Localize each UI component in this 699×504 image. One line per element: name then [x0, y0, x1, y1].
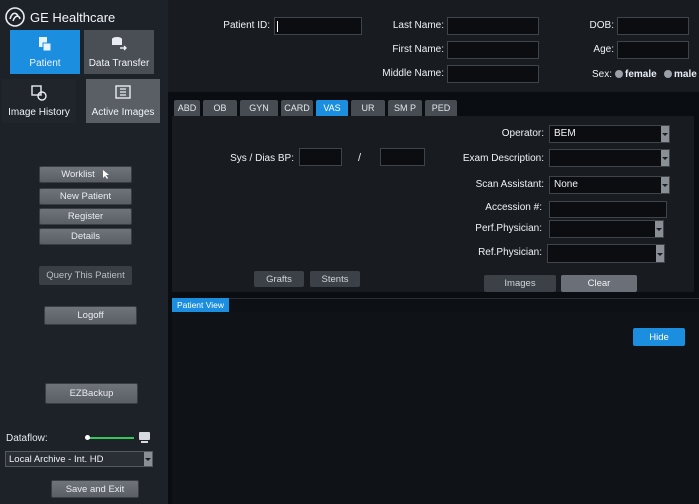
tab-patient-view[interactable]: Patient View — [172, 298, 229, 312]
patient-view-area — [172, 312, 699, 504]
patient-view-tabbar — [172, 298, 699, 313]
middle-name-field[interactable] — [447, 65, 539, 83]
accession-label: Accession #: — [485, 202, 542, 213]
dataflow-status-dot — [85, 435, 90, 440]
image-history-icon — [31, 85, 47, 101]
patient-id-field[interactable] — [274, 17, 362, 35]
nav-image-history-button[interactable]: Image History — [2, 79, 76, 123]
chevron-down-icon — [661, 126, 669, 142]
patient-icon — [39, 37, 52, 52]
accession-field[interactable] — [549, 201, 667, 218]
tab-ob[interactable]: OB — [203, 100, 237, 116]
mouse-cursor-icon — [102, 170, 109, 179]
tab-gyn[interactable]: GYN — [240, 100, 278, 116]
chevron-down-icon — [661, 150, 669, 166]
tab-ur[interactable]: UR — [351, 100, 385, 116]
sex-label: Sex: — [591, 69, 612, 80]
last-name-label: Last Name: — [392, 20, 444, 31]
text-caret — [277, 21, 278, 32]
hide-button[interactable]: Hide — [633, 328, 685, 346]
register-button[interactable]: Register — [39, 208, 132, 225]
tab-ped[interactable]: PED — [425, 100, 457, 116]
nav-active-images-label: Active Images — [91, 107, 155, 118]
dataflow-select[interactable]: Local Archive - Int. HD — [5, 451, 153, 467]
logoff-button[interactable]: Logoff — [44, 306, 137, 325]
patient-id-label: Patient ID: — [223, 20, 270, 31]
ref-physician-label: Ref.Physician: — [478, 247, 542, 258]
data-transfer-icon — [112, 37, 127, 51]
nav-active-images-button[interactable]: Active Images — [86, 79, 160, 123]
details-button[interactable]: Details — [39, 228, 132, 245]
dias-bp-field[interactable] — [380, 148, 425, 166]
register-label: Register — [67, 211, 104, 222]
logoff-label: Logoff — [77, 310, 104, 321]
ref-physician-select[interactable] — [547, 244, 665, 263]
save-exit-button[interactable]: Save and Exit — [51, 480, 139, 498]
new-patient-label: New Patient — [59, 191, 112, 202]
dataflow-select-value: Local Archive - Int. HD — [9, 454, 104, 465]
nav-data-transfer-label: Data Transfer — [88, 58, 150, 69]
ge-logo: GE Healthcare — [4, 6, 164, 28]
chevron-down-icon — [655, 221, 663, 237]
dob-field[interactable] — [617, 17, 689, 35]
age-field[interactable] — [617, 41, 689, 59]
scan-assistant-value: None — [554, 179, 578, 190]
operator-value: BEM — [554, 128, 576, 139]
query-patient-label: Query This Patient — [46, 270, 125, 281]
dataflow-status-line — [86, 437, 134, 439]
tab-card[interactable]: CARD — [281, 100, 313, 116]
middle-name-label: Middle Name: — [382, 68, 444, 79]
sex-male-radio[interactable] — [664, 70, 672, 78]
sex-female-radio[interactable] — [615, 70, 623, 78]
perf-physician-select[interactable] — [549, 220, 664, 238]
nav-image-history-label: Image History — [8, 107, 70, 118]
nav-patient-button[interactable]: Patient — [10, 30, 80, 74]
save-exit-label: Save and Exit — [65, 483, 125, 495]
nav-patient-label: Patient — [29, 58, 61, 69]
sys-bp-field[interactable] — [299, 148, 342, 166]
ge-monogram-icon — [5, 7, 25, 27]
tab-smp[interactable]: SM P — [388, 100, 422, 116]
scan-assistant-select[interactable]: None — [549, 176, 670, 194]
worklist-label: Worklist — [61, 169, 95, 180]
dataflow-label: Dataflow: — [6, 433, 48, 444]
sex-female-label: female — [625, 69, 657, 80]
tab-vas[interactable]: VAS — [316, 100, 348, 116]
chevron-down-icon — [661, 177, 669, 193]
stents-button[interactable]: Stents — [310, 271, 360, 287]
ezbackup-button[interactable]: EZBackup — [45, 383, 138, 404]
operator-select[interactable]: BEM — [549, 125, 670, 143]
images-button[interactable]: Images — [484, 275, 556, 292]
exam-description-label: Exam Description: — [462, 153, 544, 164]
grafts-button[interactable]: Grafts — [254, 271, 304, 287]
worklist-button[interactable]: Worklist — [39, 166, 132, 183]
scan-assistant-label: Scan Assistant: — [475, 179, 544, 190]
details-label: Details — [70, 231, 101, 242]
bp-label: Sys / Dias BP: — [230, 153, 294, 164]
first-name-label: First Name: — [392, 44, 444, 55]
brand-name: GE Healthcare — [30, 9, 116, 25]
first-name-field[interactable] — [447, 41, 539, 59]
tab-abd[interactable]: ABD — [174, 100, 200, 116]
query-patient-button[interactable]: Query This Patient — [39, 266, 132, 285]
dob-label: DOB: — [589, 20, 614, 31]
operator-label: Operator: — [501, 128, 544, 139]
active-images-icon — [115, 85, 131, 99]
clear-button[interactable]: Clear — [561, 275, 637, 292]
bp-separator: / — [358, 152, 362, 164]
new-patient-button[interactable]: New Patient — [39, 188, 132, 205]
chevron-down-icon — [144, 452, 152, 466]
nav-data-transfer-button[interactable]: Data Transfer — [84, 30, 154, 74]
ezbackup-label: EZBackup — [69, 388, 114, 399]
left-sidebar — [0, 0, 168, 504]
exam-description-select[interactable] — [549, 149, 670, 167]
last-name-field[interactable] — [447, 17, 539, 35]
sex-male-label: male — [674, 69, 697, 80]
age-label: Age: — [593, 44, 614, 55]
chevron-down-icon — [656, 245, 664, 262]
perf-physician-label: Perf.Physician: — [475, 223, 542, 234]
dataflow-device-icon[interactable] — [138, 431, 151, 444]
